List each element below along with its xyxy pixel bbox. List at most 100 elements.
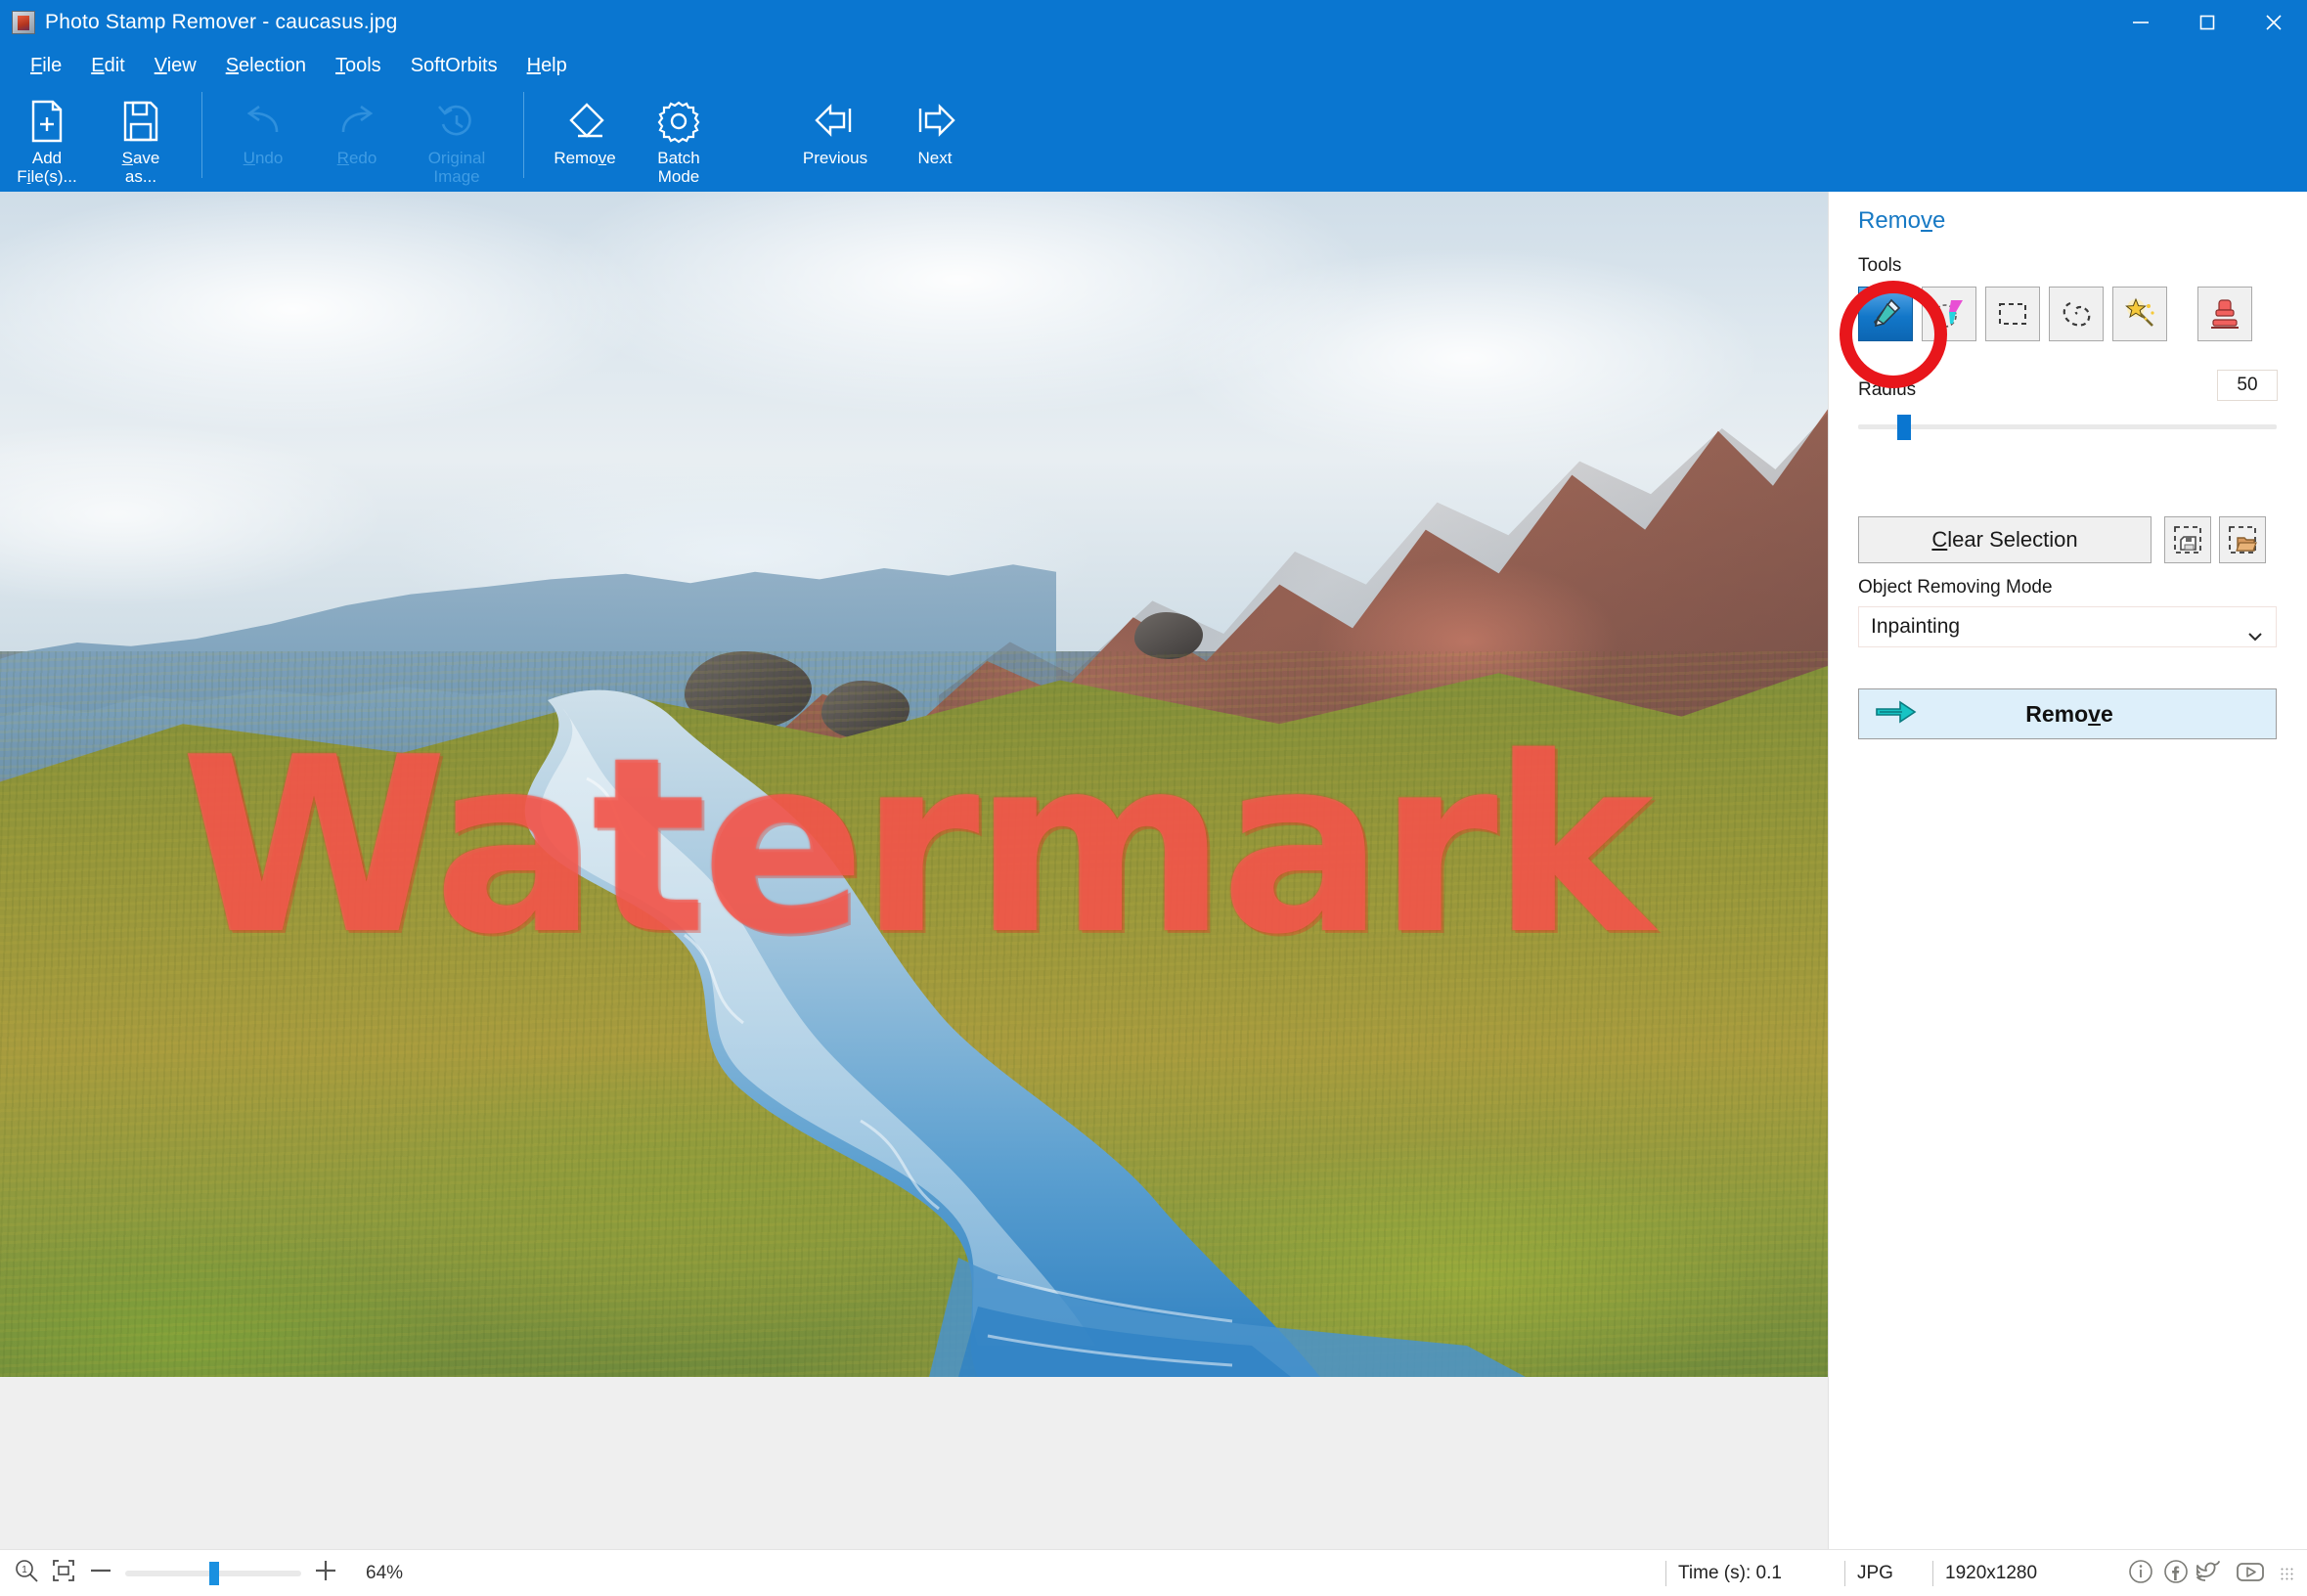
- remove-action-label: Remove: [2025, 700, 2113, 727]
- object-removing-mode-label: Object Removing Mode: [1858, 577, 2053, 598]
- panel-title: Remove: [1858, 207, 1946, 234]
- undo-button[interactable]: Undo: [216, 86, 310, 192]
- original-image-label: Original Image: [427, 149, 486, 186]
- batch-mode-label: Batch Mode: [657, 149, 700, 186]
- menu-item-tools[interactable]: Tools: [321, 51, 396, 81]
- redo-icon: [333, 94, 380, 149]
- redo-button[interactable]: Redo: [310, 86, 404, 192]
- undo-icon: [240, 94, 287, 149]
- menu-label-help-rest: elp: [541, 54, 567, 76]
- right-panel: Remove Tools Radius 50 C lear Selection …: [1828, 192, 2307, 1549]
- tools-label: Tools: [1858, 255, 1902, 276]
- radius-label: Radius: [1858, 379, 1917, 400]
- status-format-label: JPG: [1857, 1563, 1893, 1583]
- status-divider-1: [1665, 1561, 1666, 1586]
- green-arrow-icon: [1875, 699, 1918, 730]
- menu-item-edit[interactable]: Edit: [76, 51, 139, 81]
- ribbon-group-navigation: Previous Next: [782, 86, 982, 192]
- status-divider-2: [1844, 1561, 1845, 1586]
- batch-mode-button[interactable]: Batch Mode: [632, 86, 726, 192]
- ribbon-separator-1: [201, 92, 202, 178]
- window-title: Photo Stamp Remover - caucasus.jpg: [45, 11, 398, 33]
- redo-label: Redo: [336, 149, 377, 167]
- previous-label: Previous: [802, 149, 868, 167]
- eraser-icon: [561, 94, 608, 149]
- twitter-icon[interactable]: [2196, 1557, 2228, 1591]
- add-files-button[interactable]: Add File(s)...: [0, 86, 94, 192]
- facebook-icon[interactable]: [2161, 1557, 2191, 1591]
- remove-toolbar-button[interactable]: Remove: [538, 86, 632, 192]
- photo-river: [524, 689, 1526, 1377]
- radius-slider[interactable]: [1858, 415, 2277, 440]
- save-selection-button[interactable]: [2164, 516, 2211, 563]
- remove-toolbar-label: Remove: [554, 149, 616, 167]
- radius-slider-thumb[interactable]: [1897, 415, 1911, 440]
- chevron-down-icon: [2248, 624, 2262, 647]
- zoom-one-to-one-icon[interactable]: 1: [14, 1558, 39, 1588]
- menu-item-view[interactable]: View: [140, 51, 211, 81]
- rectangle-select-tool[interactable]: [1985, 287, 2040, 341]
- menu-item-softorbits[interactable]: SoftOrbits: [396, 51, 512, 81]
- next-arrow-icon: [910, 94, 959, 149]
- radius-value-field[interactable]: 50: [2217, 370, 2278, 401]
- ribbon-toolbar: Add File(s)... Save as... Undo Redo Orig…: [0, 86, 2307, 192]
- image-canvas-area[interactable]: Watermark: [0, 192, 1828, 1549]
- ribbon-group-history: Undo Redo Original Image: [216, 86, 510, 192]
- resize-grip-icon[interactable]: [2280, 1567, 2293, 1580]
- close-button[interactable]: [2240, 0, 2307, 45]
- clone-stamp-tool[interactable]: [2197, 287, 2252, 341]
- remove-action-button[interactable]: Remove: [1858, 688, 2277, 739]
- status-bar: 1 64% Time (s): 0.1 JPG 1920x1280: [0, 1549, 2307, 1596]
- photo-image[interactable]: Watermark: [0, 192, 1828, 1377]
- svg-text:1: 1: [22, 1565, 27, 1575]
- minimize-button[interactable]: [2107, 0, 2174, 45]
- zoom-out-button[interactable]: [88, 1558, 113, 1588]
- menu-label-view-rest: iew: [166, 54, 197, 76]
- app-icon: [12, 11, 35, 34]
- add-file-icon: [25, 94, 68, 149]
- lasso-select-tool[interactable]: [2049, 287, 2104, 341]
- zoom-percent-label: 64%: [366, 1562, 404, 1583]
- save-as-button[interactable]: Save as...: [94, 86, 188, 192]
- zoom-in-button[interactable]: [313, 1558, 338, 1588]
- object-removing-mode-select[interactable]: Inpainting: [1858, 606, 2277, 647]
- ribbon-group-actions: Remove Batch Mode: [538, 86, 726, 192]
- previous-button[interactable]: Previous: [782, 86, 888, 192]
- menu-label-tools-rest: ools: [344, 54, 381, 76]
- menu-bar: File Edit View Selection Tools SoftOrbit…: [0, 45, 2307, 86]
- ribbon-separator-2: [523, 92, 524, 178]
- youtube-icon[interactable]: [2234, 1557, 2267, 1591]
- original-image-button[interactable]: Original Image: [404, 86, 510, 192]
- load-selection-button[interactable]: [2219, 516, 2266, 563]
- menu-item-file[interactable]: File: [16, 51, 76, 81]
- menu-item-selection[interactable]: Selection: [211, 51, 321, 81]
- menu-label-edit-rest: dit: [104, 54, 125, 76]
- status-dimensions-label: 1920x1280: [1945, 1563, 2038, 1583]
- zoom-slider-thumb[interactable]: [209, 1561, 219, 1585]
- gear-icon: [655, 94, 702, 149]
- save-as-label: Save as...: [121, 149, 160, 186]
- highlighter-tool[interactable]: [1922, 287, 1976, 341]
- clear-selection-button[interactable]: Clear Selection: [1858, 516, 2152, 563]
- add-files-label: Add File(s)...: [17, 149, 77, 186]
- menu-label-selection-rest: election: [239, 54, 306, 76]
- radius-slider-track: [1858, 424, 2277, 429]
- magic-wand-tool[interactable]: [2112, 287, 2167, 341]
- window-controls: [2107, 0, 2307, 45]
- menu-item-help[interactable]: Help: [512, 51, 582, 81]
- info-icon[interactable]: [2126, 1557, 2155, 1591]
- status-time-label: Time (s): 0.1: [1678, 1563, 1782, 1583]
- zoom-slider[interactable]: [125, 1561, 301, 1585]
- next-button[interactable]: Next: [888, 86, 982, 192]
- status-social-group: [2123, 1550, 2293, 1596]
- original-image-icon: [433, 94, 480, 149]
- previous-arrow-icon: [811, 94, 860, 149]
- canvas-empty-space: [0, 1377, 1828, 1549]
- maximize-button[interactable]: [2174, 0, 2240, 45]
- app-window: Photo Stamp Remover - caucasus.jpg File …: [0, 0, 2307, 1596]
- tools-strip: [1858, 287, 2252, 341]
- marker-tool[interactable]: [1858, 287, 1913, 341]
- fit-to-window-icon[interactable]: [51, 1558, 76, 1588]
- status-zoom-group: 1 64%: [0, 1558, 403, 1588]
- title-bar: Photo Stamp Remover - caucasus.jpg: [0, 0, 2307, 45]
